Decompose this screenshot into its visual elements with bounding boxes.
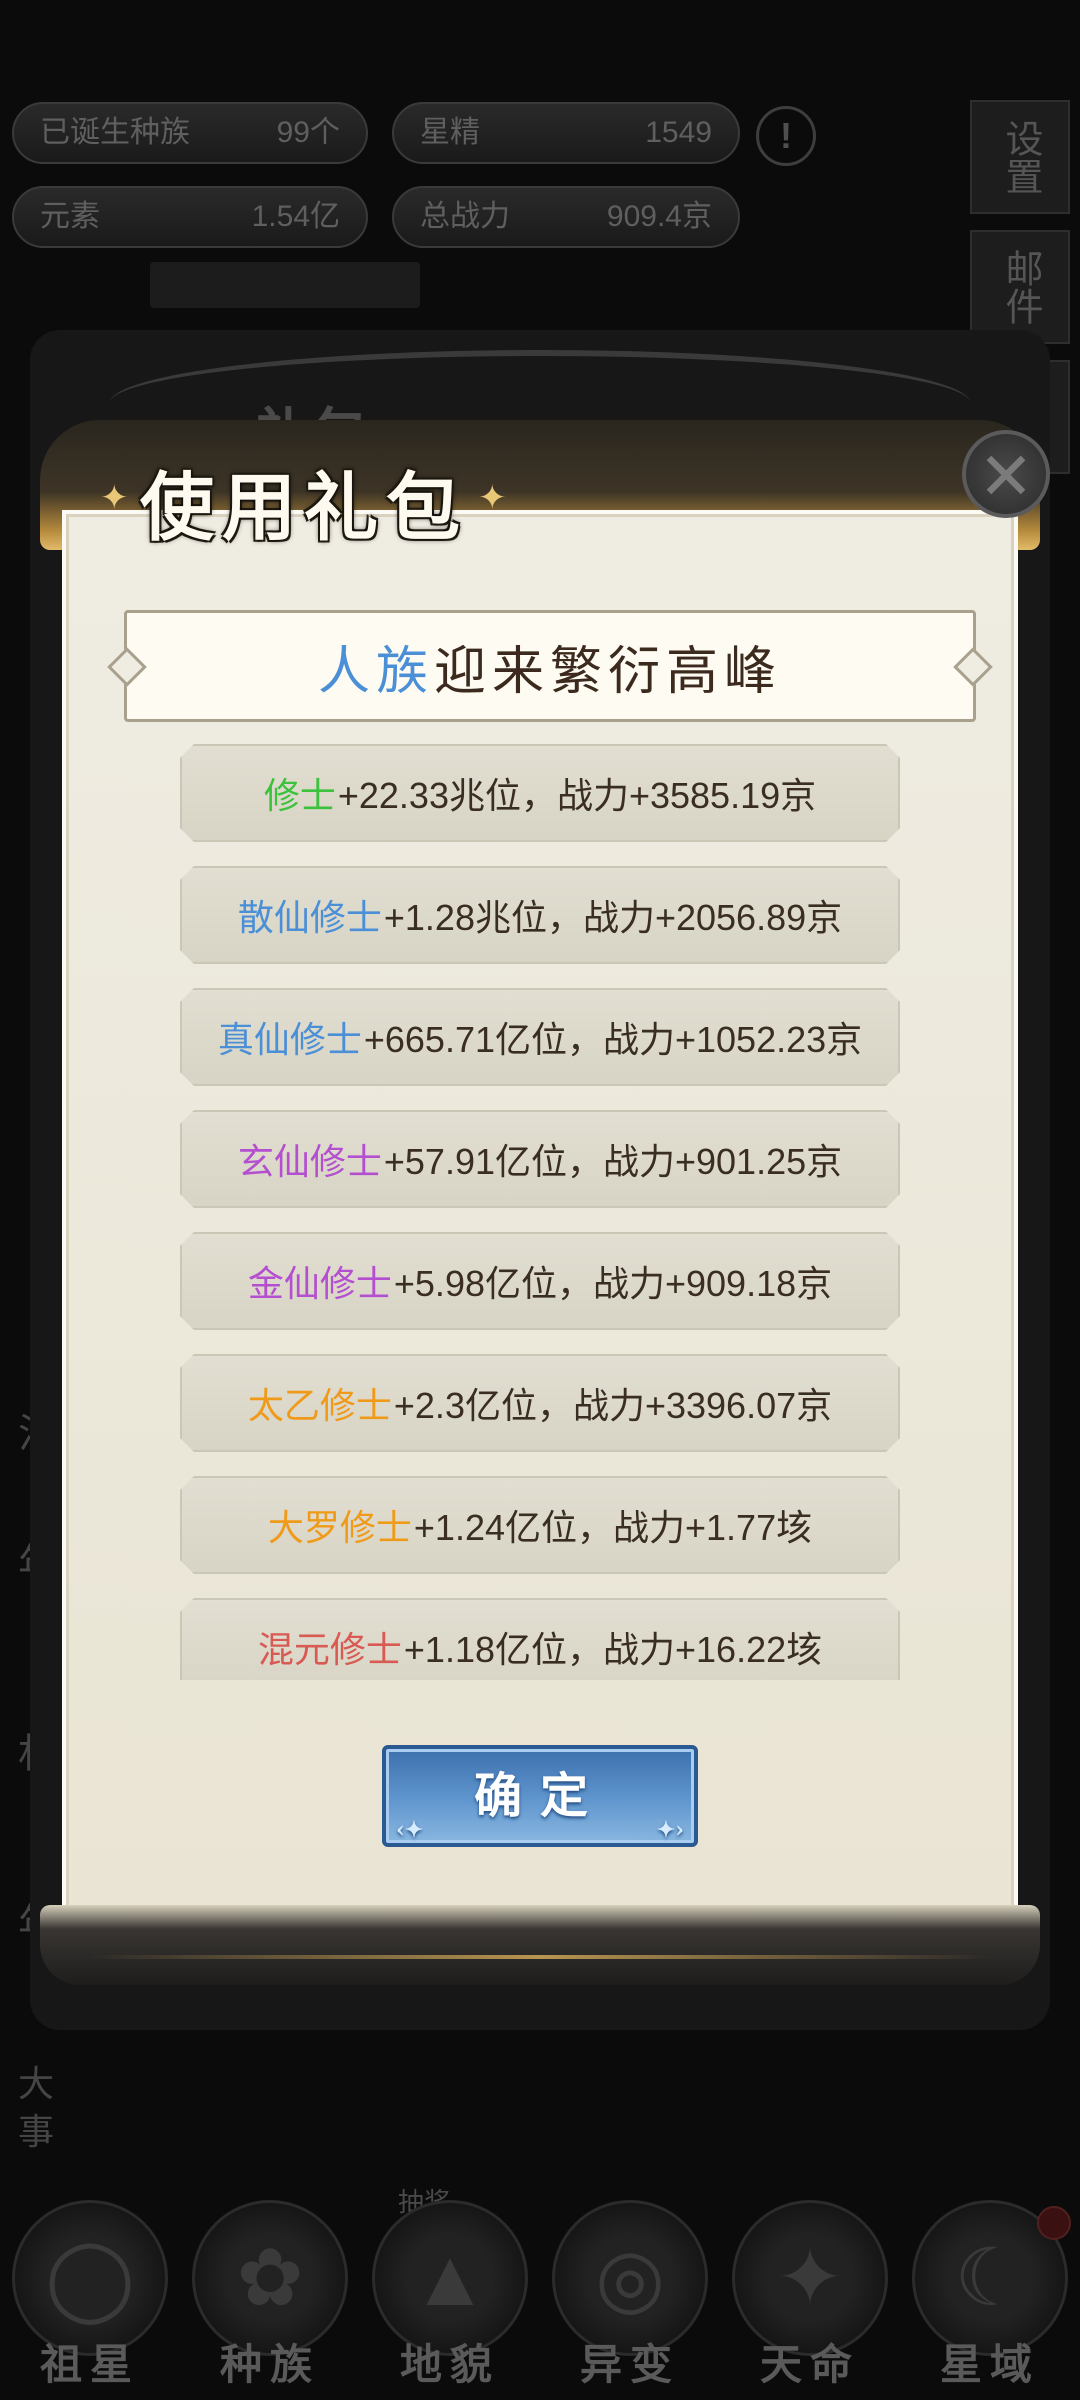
nav-mutation[interactable]: ◎ 异变 <box>545 2200 715 2400</box>
nav-fate[interactable]: ✦ 天命 <box>725 2200 895 2400</box>
nav-label: 种族 <box>219 2341 320 2388</box>
stat-label: 元素 <box>40 200 100 233</box>
nav-label: 地貌 <box>399 2341 500 2388</box>
reward-detail: +5.98亿位，战力+909.18京 <box>393 1263 833 1304</box>
nav-star-region[interactable]: ☾ 星域 <box>905 2200 1075 2400</box>
confirm-button[interactable]: ‹✦ 确定 ✦› <box>382 1745 698 1847</box>
mail-button[interactable]: 邮件 <box>970 230 1070 344</box>
element-stat: 元素 1.54亿 <box>12 186 368 248</box>
nav-label: 祖星 <box>39 2341 140 2388</box>
stat-value: 909.4京 <box>606 200 712 233</box>
close-icon: ✕ <box>978 439 1034 513</box>
star-ornament-icon: ✦ <box>478 479 507 517</box>
events-button[interactable]: 大事 <box>18 2060 62 2156</box>
reward-rank: 玄仙修士 <box>237 1141 382 1182</box>
settings-button[interactable]: 设置 <box>970 100 1070 214</box>
reward-row: 太乙修士 +2.3亿位，战力+3396.07京 <box>180 1354 900 1452</box>
reward-row: 混元修士 +1.18亿位，战力+16.22垓 <box>180 1598 900 1680</box>
reward-detail: +1.18亿位，战力+16.22垓 <box>403 1629 823 1670</box>
bottom-nav: ◯ 祖星 ✿ 种族 ▲ 地貌 ◎ 异变 ✦ 天命 ☾ 星域 <box>0 2200 1080 2400</box>
nav-terrain[interactable]: ▲ 地貌 <box>365 2200 535 2400</box>
reward-rank: 太乙修士 <box>247 1385 392 1426</box>
reward-list[interactable]: 修士 +22.33兆位，战力+3585.19京 散仙修士 +1.28兆位，战力+20… <box>180 744 900 1680</box>
reward-detail: +22.33兆位，战力+3585.19京 <box>337 775 817 816</box>
star-essence-stat: 星精 1549 <box>392 102 740 164</box>
status-bar-bg <box>150 262 420 308</box>
race-name: 人族 <box>317 641 434 702</box>
notification-dot <box>1037 2206 1071 2240</box>
species-count-stat: 已诞生种族 99个 <box>12 102 368 164</box>
reward-rank: 真仙修士 <box>217 1019 362 1060</box>
reward-detail: +665.71亿位，战力+1052.23京 <box>363 1019 863 1060</box>
stat-value: 1.54亿 <box>251 200 340 233</box>
mail-label: 邮件 <box>999 249 1041 325</box>
button-ornament-icon: ‹✦ <box>396 1817 424 1843</box>
nav-homestar[interactable]: ◯ 祖星 <box>5 2200 175 2400</box>
headline-banner: 人族 迎来繁衍高峰 <box>124 610 976 722</box>
dialog-title: 使用礼包 <box>140 465 468 551</box>
reward-detail: +1.24亿位，战力+1.77垓 <box>413 1507 813 1548</box>
stat-label: 星精 <box>420 116 480 149</box>
reward-rank: 大罗修士 <box>267 1507 412 1548</box>
reward-row: 玄仙修士 +57.91亿位，战力+901.25京 <box>180 1110 900 1208</box>
reward-rank: 散仙修士 <box>237 897 382 938</box>
reward-rank: 混元修士 <box>257 1629 402 1670</box>
nav-race[interactable]: ✿ 种族 <box>185 2200 355 2400</box>
alert-icon[interactable]: ! <box>756 106 816 166</box>
confirm-label: 确定 <box>473 1768 606 1824</box>
reward-rank: 修士 <box>263 775 336 816</box>
stat-label: 已诞生种族 <box>40 116 190 149</box>
stat-label: 总战力 <box>420 200 510 233</box>
reward-row: 真仙修士 +665.71亿位，战力+1052.23京 <box>180 988 900 1086</box>
close-button[interactable]: ✕ <box>962 430 1050 518</box>
nav-label: 星域 <box>939 2341 1040 2388</box>
settings-label: 设置 <box>999 119 1041 195</box>
reward-detail: +2.3亿位，战力+3396.07京 <box>393 1385 833 1426</box>
total-power-stat: 总战力 909.4京 <box>392 186 740 248</box>
nav-label: 异变 <box>579 2341 680 2388</box>
reward-row: 大罗修士 +1.24亿位，战力+1.77垓 <box>180 1476 900 1574</box>
star-ornament-icon: ✦ <box>100 479 129 517</box>
scroll-bottom-ornament <box>90 1955 990 1959</box>
reward-row: 散仙修士 +1.28兆位，战力+2056.89京 <box>180 866 900 964</box>
scroll-bottom-roll <box>40 1905 1040 1985</box>
button-ornament-icon: ✦› <box>656 1817 684 1843</box>
reward-row: 金仙修士 +5.98亿位，战力+909.18京 <box>180 1232 900 1330</box>
stat-value: 1549 <box>645 116 712 149</box>
stat-value: 99个 <box>276 116 340 149</box>
nav-label: 天命 <box>759 2341 860 2388</box>
reward-detail: +1.28兆位，战力+2056.89京 <box>383 897 843 938</box>
screen: 已诞生种族 99个 星精 1549 ! 元素 1.54亿 总战力 909.4京 … <box>0 0 1080 2400</box>
reward-rank: 金仙修士 <box>247 1263 392 1304</box>
reward-detail: +57.91亿位，战力+901.25京 <box>383 1141 843 1182</box>
headline-text: 迎来繁衍高峰 <box>434 641 783 702</box>
reward-row: 修士 +22.33兆位，战力+3585.19京 <box>180 744 900 842</box>
